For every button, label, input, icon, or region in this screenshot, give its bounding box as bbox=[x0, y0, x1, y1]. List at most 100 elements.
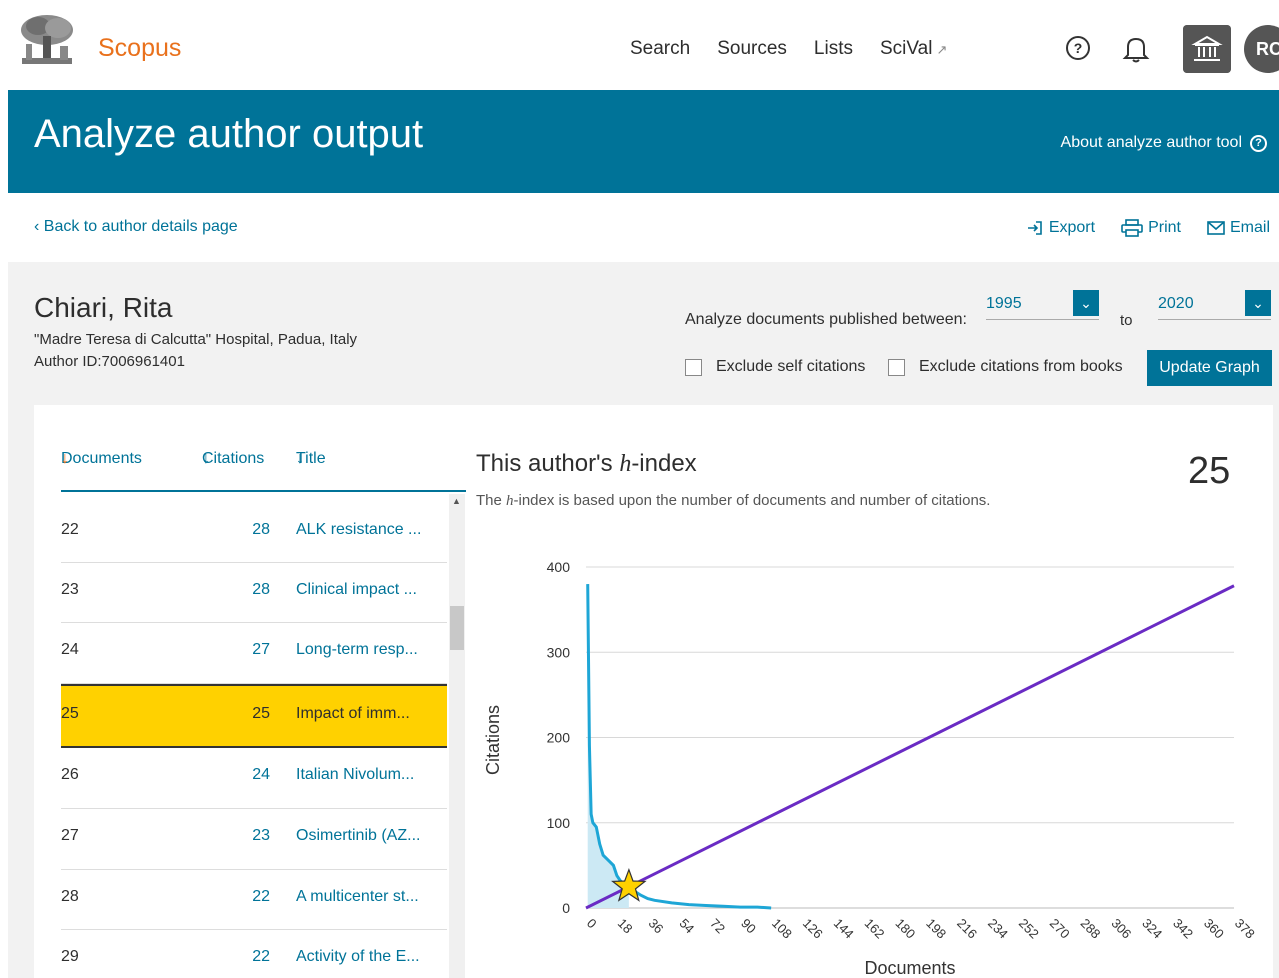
row-title[interactable]: Italian Nivolum... bbox=[296, 766, 414, 784]
email-button[interactable]: Email bbox=[1207, 219, 1270, 237]
chevron-down-icon: ⌄ bbox=[1073, 290, 1099, 316]
x-tick-label: 252 bbox=[1016, 916, 1042, 942]
print-button[interactable]: Print bbox=[1121, 219, 1181, 237]
x-tick-label: 72 bbox=[707, 916, 728, 937]
user-avatar[interactable]: RC bbox=[1244, 25, 1279, 73]
y-tick-label: 300 bbox=[547, 644, 571, 660]
row-title[interactable]: Activity of the E... bbox=[296, 948, 420, 966]
nav-scival[interactable]: SciVal ↗ bbox=[880, 38, 947, 60]
exclude-self-label: Exclude self citations bbox=[716, 358, 866, 375]
row-doc-number: 22 bbox=[61, 521, 79, 538]
notification-bell-icon[interactable] bbox=[1122, 34, 1150, 64]
table-row[interactable]: 28 22 A multicenter st... bbox=[61, 870, 447, 930]
table-row[interactable]: 24 27 Long-term resp... bbox=[61, 623, 447, 684]
nav-scival-label: SciVal bbox=[879, 38, 933, 59]
page-title: Analyze author output bbox=[34, 112, 424, 156]
about-tool-label: About analyze author tool bbox=[1060, 134, 1242, 151]
author-name: Chiari, Rita bbox=[34, 292, 173, 323]
elsevier-logo-icon[interactable] bbox=[16, 12, 78, 68]
table-row[interactable]: 22 28 ALK resistance ... bbox=[61, 500, 447, 563]
nav-sources[interactable]: Sources bbox=[717, 38, 787, 60]
row-doc-number: 29 bbox=[61, 948, 79, 965]
about-tool-link[interactable]: About analyze author tool ? bbox=[1061, 134, 1267, 152]
to-label: to bbox=[1120, 312, 1133, 329]
row-doc-number: 24 bbox=[61, 641, 79, 658]
top-navigation: Scopus Search Sources Lists SciVal ↗ ? RC bbox=[0, 0, 1279, 90]
row-citations[interactable]: 22 bbox=[252, 888, 270, 906]
from-year-value: 1995 bbox=[986, 295, 1022, 312]
nav-search[interactable]: Search bbox=[630, 38, 690, 60]
row-title[interactable]: Clinical impact ... bbox=[296, 581, 417, 599]
arrow-down-icon: ↓ bbox=[61, 450, 69, 467]
row-doc-number: 27 bbox=[61, 827, 79, 844]
row-citations[interactable]: 23 bbox=[252, 827, 270, 845]
email-label: Email bbox=[1229, 219, 1270, 236]
page-header-banner: Analyze author output About analyze auth… bbox=[8, 90, 1279, 193]
print-label: Print bbox=[1148, 219, 1181, 236]
row-title[interactable]: Impact of imm... bbox=[296, 705, 410, 723]
row-citations[interactable]: 24 bbox=[252, 766, 270, 784]
diagonal-line bbox=[585, 584, 1235, 910]
nav-lists[interactable]: Lists bbox=[814, 38, 853, 60]
row-title[interactable]: A multicenter st... bbox=[296, 888, 419, 906]
x-tick-label: 306 bbox=[1108, 916, 1134, 942]
to-year-value: 2020 bbox=[1158, 295, 1194, 312]
x-tick-label: 54 bbox=[676, 916, 697, 937]
help-icon[interactable]: ? bbox=[1066, 36, 1090, 60]
x-tick-label: 162 bbox=[862, 916, 888, 942]
row-title[interactable]: Long-term resp... bbox=[296, 641, 418, 659]
page-actions: Export Print Email bbox=[1026, 219, 1270, 237]
print-icon bbox=[1121, 219, 1143, 237]
table-row-highlighted[interactable]: 25 25 Impact of imm... bbox=[61, 684, 447, 748]
x-tick-label: 342 bbox=[1170, 916, 1196, 942]
x-tick-label: 216 bbox=[954, 916, 980, 942]
help-circle-icon: ? bbox=[1250, 134, 1267, 152]
hindex-chart: 0 100 200 300 400 0 18 36 54 72 90 108 126 144 162 180 1… bbox=[483, 559, 1258, 978]
x-tick-label: 270 bbox=[1047, 916, 1073, 942]
update-graph-button[interactable]: Update Graph bbox=[1147, 350, 1272, 386]
from-year-select[interactable]: 1995 ⌄ bbox=[986, 290, 1099, 320]
row-citations[interactable]: 25 bbox=[252, 705, 270, 723]
x-tick-label: 90 bbox=[738, 916, 759, 937]
table-row[interactable]: 26 24 Italian Nivolum... bbox=[61, 748, 447, 809]
author-id: Author ID:7006961401 bbox=[34, 353, 185, 370]
row-citations[interactable]: 22 bbox=[252, 948, 270, 966]
row-citations[interactable]: 28 bbox=[252, 521, 270, 539]
scrollbar-thumb[interactable] bbox=[450, 606, 464, 650]
arrow-down-icon: ↓ bbox=[296, 450, 304, 467]
exclude-books-checkbox[interactable]: Exclude citations from books bbox=[888, 358, 1123, 376]
table-row[interactable]: 23 28 Clinical impact ... bbox=[61, 563, 447, 623]
hindex-sub-post: -index is based upon the number of docum… bbox=[513, 492, 991, 509]
back-to-author-link[interactable]: ‹ Back to author details page bbox=[34, 218, 238, 236]
arrow-down-icon: ↓ bbox=[202, 450, 210, 467]
y-tick-label: 200 bbox=[547, 730, 571, 746]
col-citations-label: Citations bbox=[202, 450, 265, 467]
table-row[interactable]: 29 22 Activity of the E... bbox=[61, 930, 447, 978]
row-title[interactable]: Osimertinib (AZ... bbox=[296, 827, 420, 845]
row-citations[interactable]: 27 bbox=[252, 641, 270, 659]
external-link-icon: ↗ bbox=[936, 42, 948, 57]
hindex-description: The h-index is based upon the number of … bbox=[476, 492, 990, 510]
hindex-title-post: -index bbox=[631, 450, 697, 477]
export-button[interactable]: Export bbox=[1026, 219, 1095, 237]
row-citations[interactable]: 28 bbox=[252, 581, 270, 599]
row-doc-number: 28 bbox=[61, 888, 79, 905]
x-tick-label: 108 bbox=[769, 916, 795, 942]
x-tick-label: 18 bbox=[615, 916, 636, 937]
checkbox-box bbox=[888, 358, 905, 376]
x-tick-label: 36 bbox=[646, 916, 667, 937]
main-nav: Search Sources Lists SciVal ↗ bbox=[630, 38, 947, 60]
chart-gridlines bbox=[586, 566, 1234, 909]
email-icon bbox=[1207, 221, 1225, 235]
table-scrollbar[interactable]: ▲ bbox=[449, 494, 465, 978]
scopus-brand[interactable]: Scopus bbox=[98, 34, 181, 63]
exclude-self-citations-checkbox[interactable]: Exclude self citations bbox=[685, 358, 865, 376]
table-row[interactable]: 27 23 Osimertinib (AZ... bbox=[61, 809, 447, 870]
row-title[interactable]: ALK resistance ... bbox=[296, 521, 421, 539]
to-year-select[interactable]: 2020 ⌄ bbox=[1158, 290, 1271, 320]
institution-icon[interactable] bbox=[1183, 25, 1231, 73]
scroll-up-arrow-icon[interactable]: ▲ bbox=[452, 496, 461, 506]
row-doc-number: 26 bbox=[61, 766, 79, 783]
x-tick-label: 288 bbox=[1078, 916, 1104, 942]
y-tick-label: 0 bbox=[562, 900, 570, 916]
